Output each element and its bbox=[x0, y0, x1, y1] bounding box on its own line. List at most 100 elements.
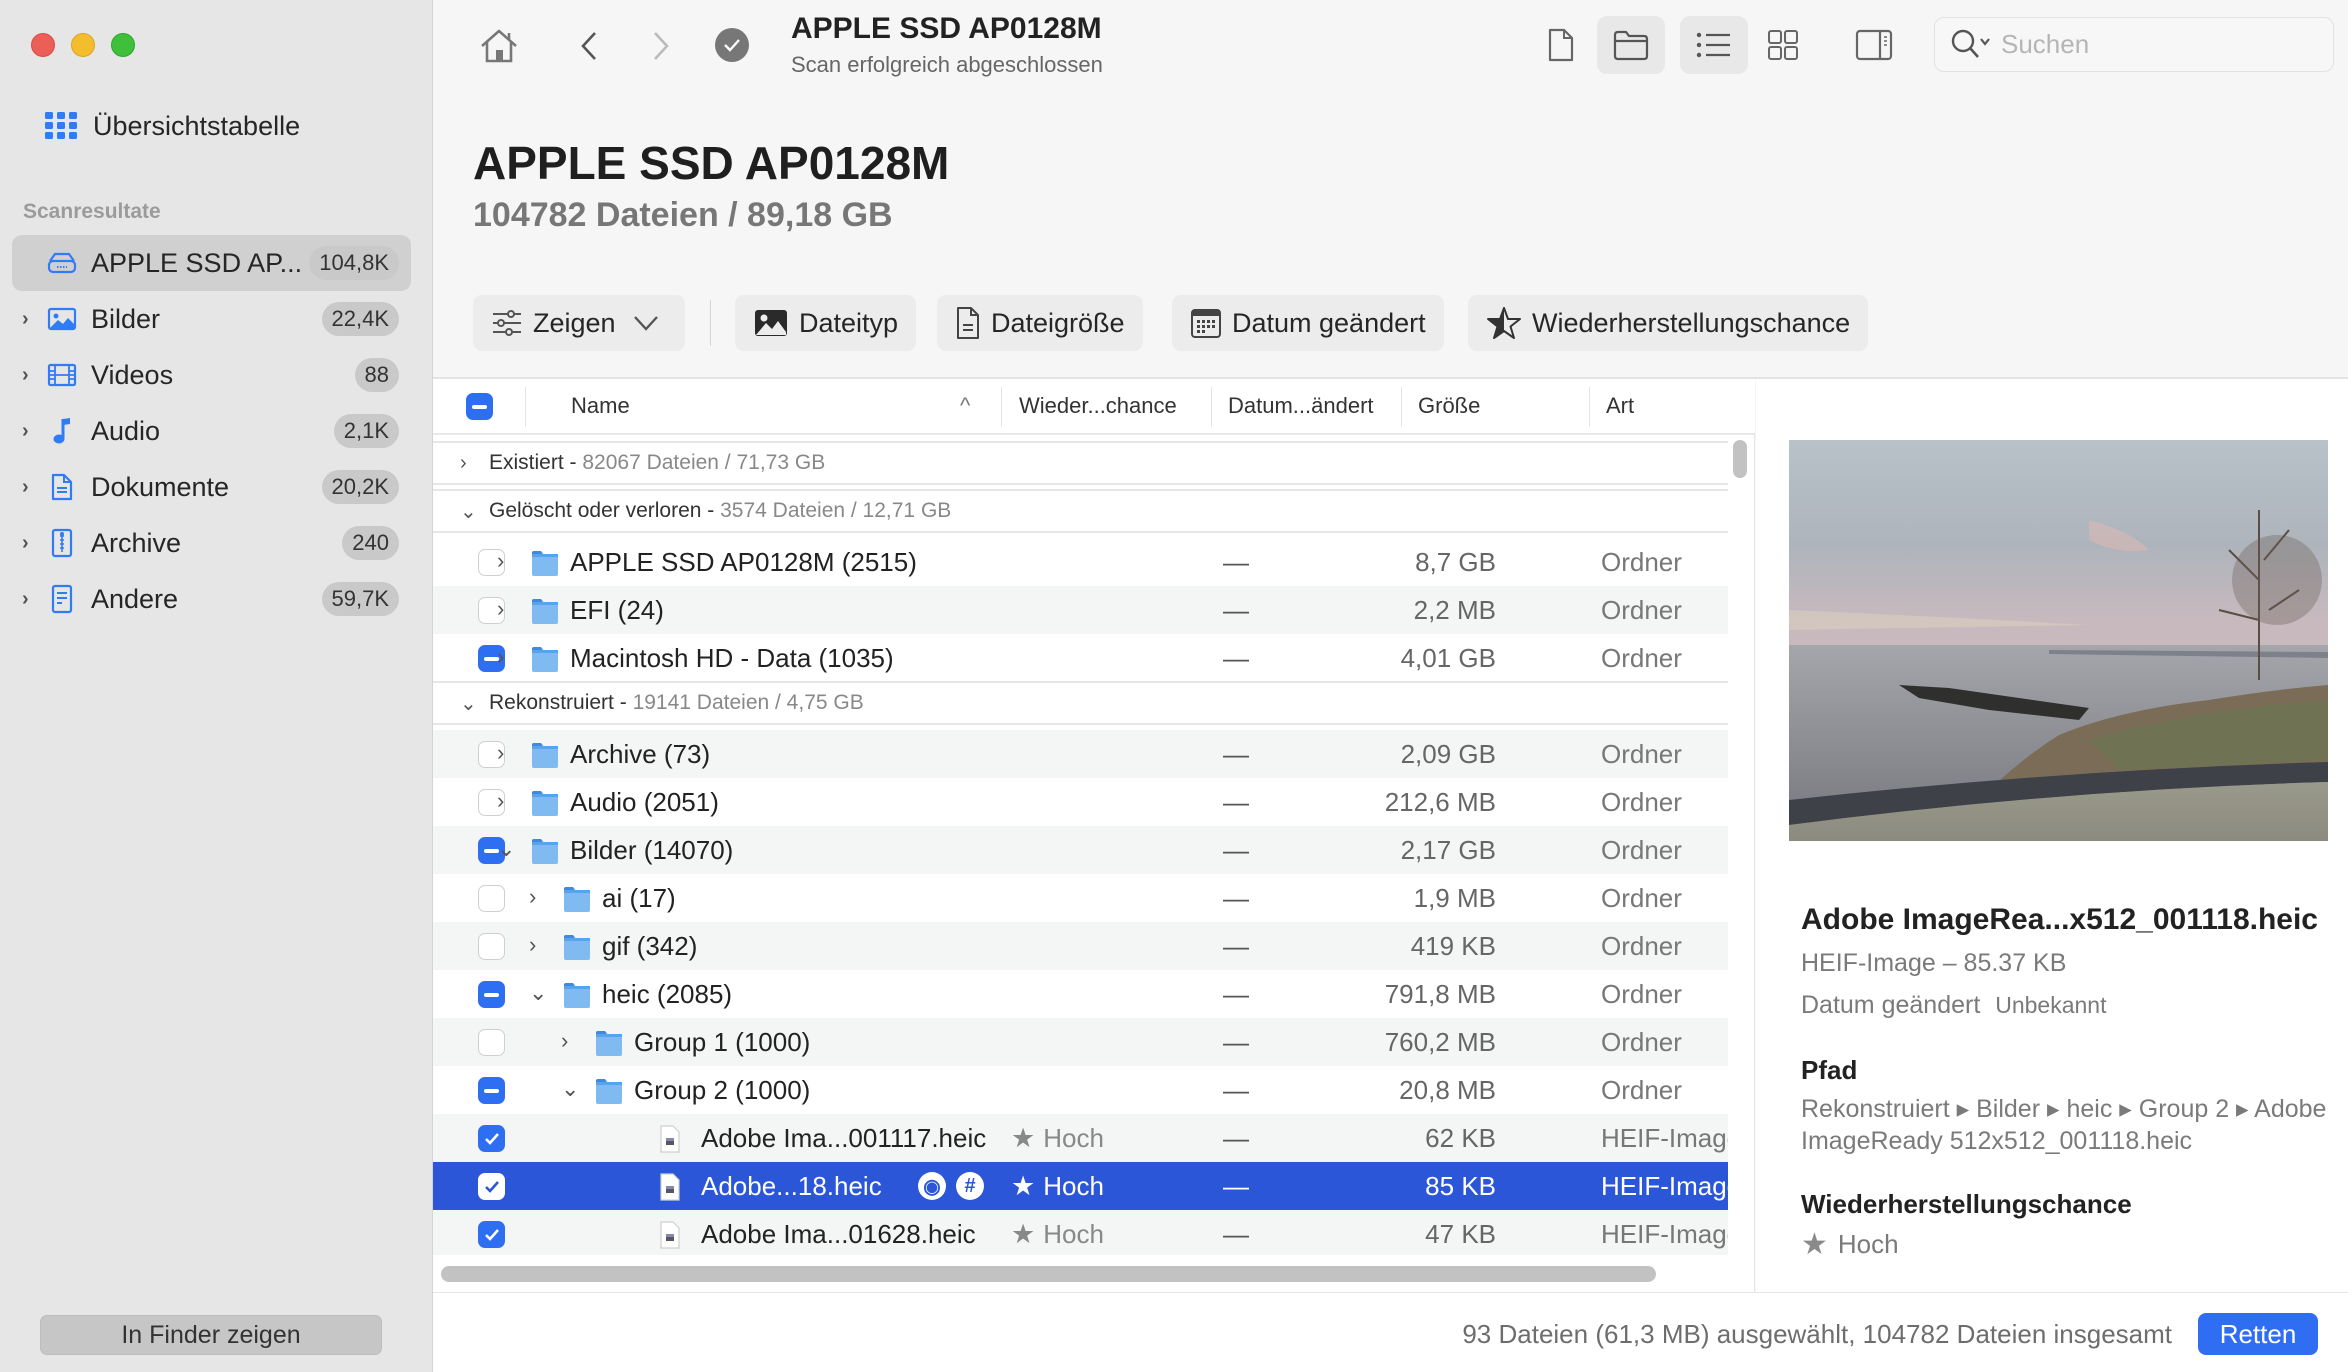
row-name: Audio (2051) bbox=[570, 787, 719, 817]
minimize-window-button[interactable] bbox=[71, 33, 95, 57]
sidebar-item-dokumente[interactable]: › Dokumente 20,2K bbox=[12, 459, 411, 515]
show-filter-dropdown[interactable]: Zeigen bbox=[473, 295, 685, 351]
chevron-right-icon[interactable]: › bbox=[529, 932, 536, 958]
search-input[interactable] bbox=[2001, 29, 2291, 60]
table-row[interactable]: › gif (342) — 419 KB Ordner bbox=[433, 922, 1728, 970]
date-modified-filter-button[interactable]: Datum geändert bbox=[1172, 295, 1444, 351]
table-row[interactable]: › Group 1 (1000) — 760,2 MB Ordner bbox=[433, 1018, 1728, 1066]
chevron-right-icon[interactable]: › bbox=[22, 308, 29, 331]
toggle-preview-panel-button[interactable] bbox=[1840, 16, 1908, 74]
table-row[interactable]: ⌄ heic (2085) — 791,8 MB Ordner bbox=[433, 970, 1728, 1018]
image-preview bbox=[1789, 440, 2328, 841]
row-name: Adobe Ima...01628.heic bbox=[701, 1219, 976, 1249]
group-header[interactable]: ⌄ Rekonstruiert - 19141 Dateien / 4,75 GB bbox=[433, 681, 1728, 725]
chevron-right-icon[interactable]: › bbox=[22, 364, 29, 387]
column-header-size[interactable]: Größe bbox=[1418, 393, 1480, 419]
recover-button[interactable]: Retten bbox=[2198, 1313, 2318, 1355]
grid-view-button[interactable] bbox=[1749, 16, 1817, 74]
select-all-checkbox[interactable] bbox=[466, 393, 493, 420]
vertical-scrollbar[interactable] bbox=[1733, 440, 1747, 478]
chevron-right-icon[interactable]: › bbox=[497, 644, 504, 670]
row-checkbox[interactable] bbox=[478, 1125, 505, 1152]
column-header-kind[interactable]: Art bbox=[1606, 393, 1634, 419]
horizontal-scrollbar[interactable] bbox=[441, 1266, 1656, 1282]
sidebar-item-audio[interactable]: › Audio 2,1K bbox=[12, 403, 411, 459]
recovery-chance-heading: Wiederherstellungschance bbox=[1801, 1189, 2132, 1219]
table-row[interactable]: › Macintosh HD - Data (1035) — 4,01 GB Ordne… bbox=[433, 634, 1728, 682]
group-header[interactable]: › Existiert - 82067 Dateien / 71,73 GB bbox=[433, 441, 1728, 485]
table-row[interactable]: Adobe Ima...001117.heic ★ Hoch — 62 KB HEIF-I… bbox=[433, 1114, 1728, 1162]
row-name: gif (342) bbox=[602, 931, 698, 961]
back-button[interactable] bbox=[571, 22, 607, 70]
chevron-right-icon[interactable]: › bbox=[460, 452, 467, 475]
folder-view-button[interactable] bbox=[1597, 16, 1665, 74]
row-kind: Ordner bbox=[1601, 835, 1682, 865]
chevron-right-icon[interactable]: › bbox=[497, 740, 504, 766]
row-checkbox[interactable] bbox=[478, 1029, 505, 1056]
row-date: — bbox=[1223, 787, 1249, 817]
chevron-right-icon[interactable]: › bbox=[22, 588, 29, 611]
table-row[interactable]: › Archive (73) — 2,09 GB Ordner bbox=[433, 730, 1728, 778]
count-badge: 20,2K bbox=[321, 470, 399, 504]
sort-ascending-icon[interactable]: ^ bbox=[960, 393, 970, 419]
recovery-chance-filter-button[interactable]: Wiederherstellungschance bbox=[1468, 295, 1869, 351]
table-row[interactable]: ⌄ Group 2 (1000) — 20,8 MB Ordner bbox=[433, 1066, 1728, 1114]
row-kind: Ordner bbox=[1601, 931, 1682, 961]
table-row[interactable]: Adobe...18.heic ◉ # ★ Hoch —85 KB HEIF-Image bbox=[433, 1162, 1728, 1210]
chevron-right-icon[interactable]: › bbox=[22, 476, 29, 499]
table-row[interactable]: ⌄ Bilder (14070) — 2,17 GB Ordner bbox=[433, 826, 1728, 874]
chevron-right-icon[interactable]: › bbox=[561, 1028, 568, 1054]
preview-eye-icon[interactable]: ◉ bbox=[918, 1172, 946, 1200]
sliders-icon bbox=[493, 310, 521, 336]
chevron-right-icon[interactable]: › bbox=[497, 548, 504, 574]
hash-icon[interactable]: # bbox=[956, 1172, 984, 1200]
group-header[interactable]: ⌄ Gelöscht oder verloren - 3574 Dateien /… bbox=[433, 489, 1728, 533]
row-checkbox[interactable] bbox=[478, 1173, 505, 1200]
row-checkbox[interactable] bbox=[478, 885, 505, 912]
chevron-down-icon[interactable]: ⌄ bbox=[497, 836, 515, 862]
column-header-recovery[interactable]: Wieder...chance bbox=[1019, 393, 1177, 419]
row-checkbox[interactable] bbox=[478, 981, 505, 1008]
file-view-button[interactable] bbox=[1527, 16, 1595, 74]
list-view-button[interactable] bbox=[1680, 16, 1748, 74]
sidebar-item-archive[interactable]: › Archive 240 bbox=[12, 515, 411, 571]
sidebar-item-overview[interactable]: Übersichtstabelle bbox=[45, 106, 300, 146]
chevron-right-icon[interactable]: › bbox=[497, 788, 504, 814]
show-in-finder-button[interactable]: In Finder zeigen bbox=[40, 1315, 382, 1355]
column-header-date[interactable]: Datum...ändert bbox=[1228, 393, 1374, 419]
row-checkbox[interactable] bbox=[478, 933, 505, 960]
file-size-filter-button[interactable]: Dateigröße bbox=[937, 295, 1143, 351]
chevron-down-icon[interactable]: ⌄ bbox=[561, 1076, 579, 1102]
table-row[interactable]: › ai (17) — 1,9 MB Ordner bbox=[433, 874, 1728, 922]
sidebar-item-videos[interactable]: › Videos 88 bbox=[12, 347, 411, 403]
column-header-name[interactable]: Name bbox=[571, 393, 630, 419]
sidebar-item-drive[interactable]: APPLE SSD AP... 104,8K bbox=[12, 235, 411, 291]
row-size: 2,2 MB bbox=[1413, 595, 1496, 625]
sidebar-item-andere[interactable]: › Andere 59,7K bbox=[12, 571, 411, 627]
home-button[interactable] bbox=[474, 22, 524, 70]
search-icon bbox=[1951, 29, 1990, 58]
chevron-down-icon[interactable]: ⌄ bbox=[529, 980, 547, 1006]
image-icon bbox=[755, 310, 787, 336]
group-label: Gelöscht oder verloren - 3574 Dateien / … bbox=[489, 499, 952, 522]
chevron-right-icon[interactable]: › bbox=[22, 420, 29, 443]
chevron-right-icon[interactable]: › bbox=[497, 596, 504, 622]
forward-button[interactable] bbox=[643, 22, 679, 70]
row-checkbox[interactable] bbox=[478, 1221, 505, 1248]
close-window-button[interactable] bbox=[31, 33, 55, 57]
table-row[interactable]: › Audio (2051) — 212,6 MB Ordner bbox=[433, 778, 1728, 826]
table-row[interactable]: › EFI (24) — 2,2 MB Ordner bbox=[433, 586, 1728, 634]
toolbar-divider bbox=[710, 300, 711, 346]
row-checkbox[interactable] bbox=[478, 1077, 505, 1104]
zoom-window-button[interactable] bbox=[111, 33, 135, 57]
chevron-down-icon[interactable]: ⌄ bbox=[460, 691, 477, 716]
sidebar-item-bilder[interactable]: › Bilder 22,4K bbox=[12, 291, 411, 347]
chevron-down-icon[interactable]: ⌄ bbox=[460, 499, 477, 524]
chevron-right-icon[interactable]: › bbox=[529, 884, 536, 910]
folder-icon bbox=[594, 1077, 624, 1112]
table-row[interactable]: Adobe Ima...01628.heic ★ Hoch — 47 KB HEIF-Im… bbox=[433, 1210, 1728, 1255]
search-field[interactable] bbox=[1934, 17, 2334, 72]
file-type-filter-button[interactable]: Dateityp bbox=[735, 295, 917, 351]
chevron-right-icon[interactable]: › bbox=[22, 532, 29, 555]
table-row[interactable]: › APPLE SSD AP0128M (2515) — 8,7 GB Ordner bbox=[433, 538, 1728, 586]
